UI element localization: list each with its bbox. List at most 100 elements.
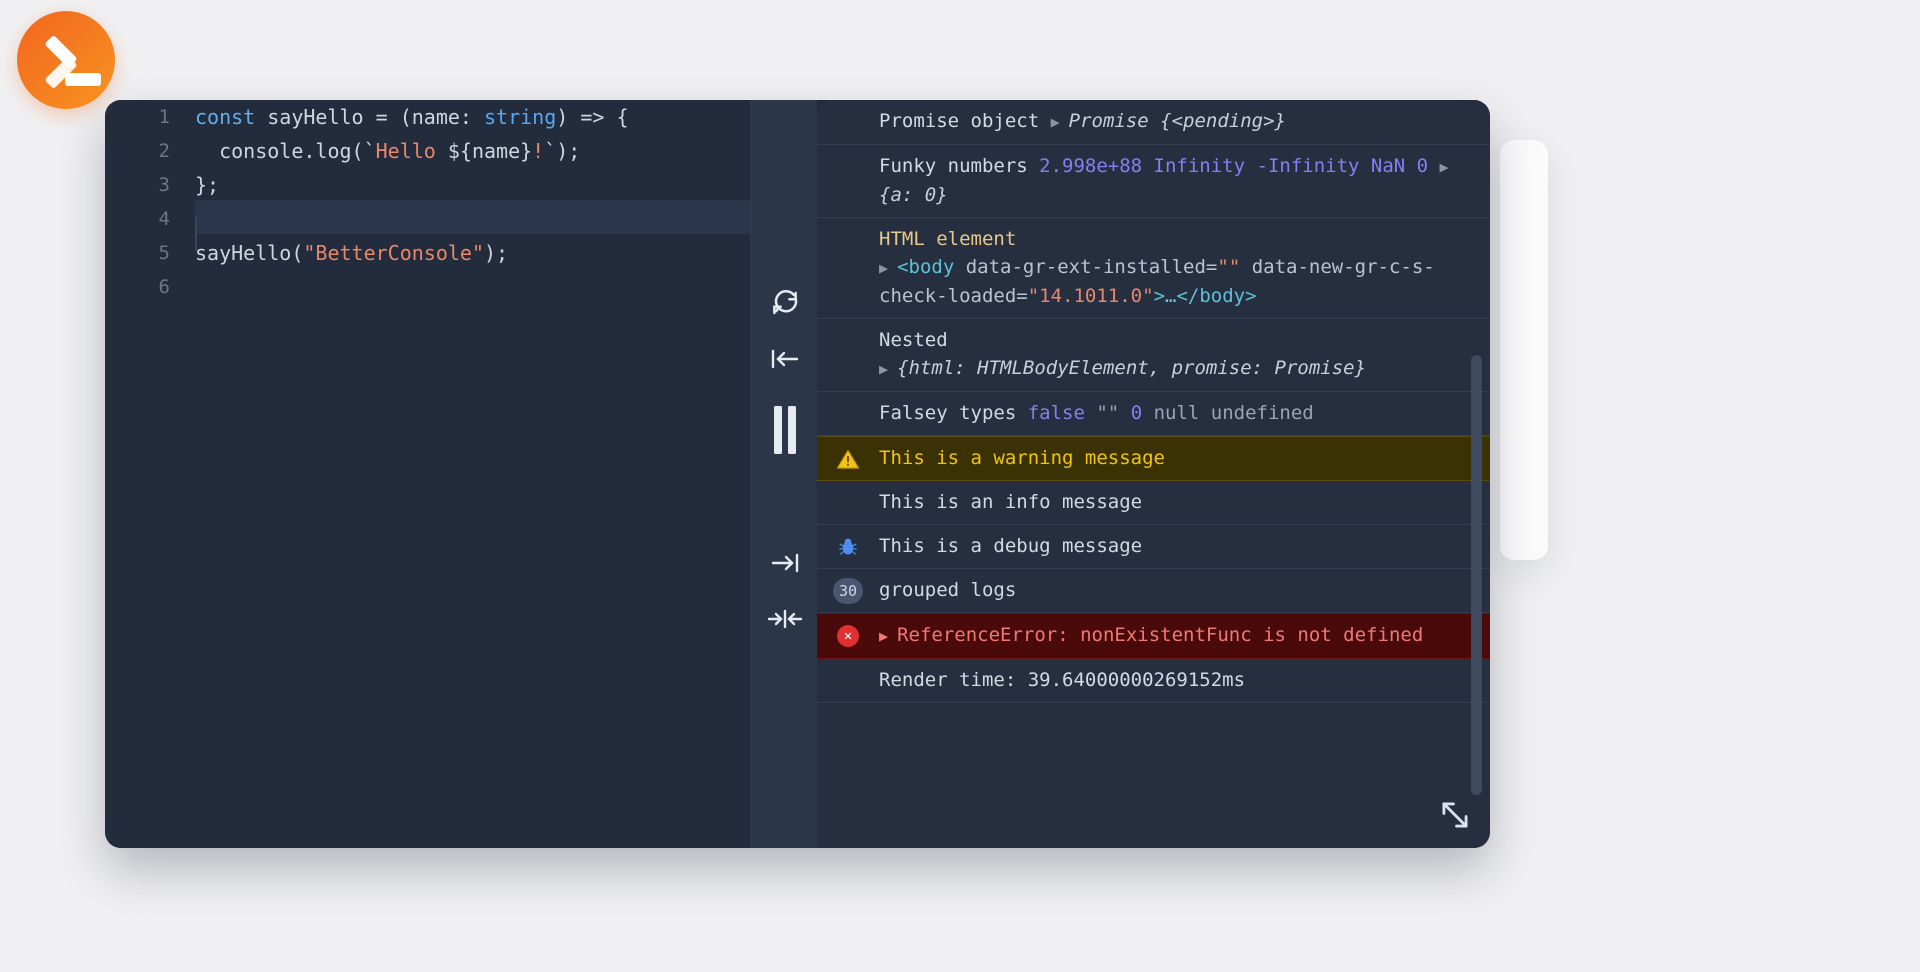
html-attr-name: data-gr-ext-installed= [954, 256, 1217, 278]
code-token: ${name} [448, 139, 532, 163]
console-row-value: Promise {<pending>} [1069, 110, 1286, 132]
falsey-value: undefined [1211, 402, 1314, 424]
code-token: Hello [376, 139, 448, 163]
app-logo [17, 11, 115, 109]
collapse-left-icon [769, 344, 801, 374]
center-align-button[interactable] [759, 591, 811, 647]
console-row-falsey-types[interactable]: Falsey types false "" 0 null undefined [817, 392, 1490, 436]
expand-arrow-icon: ▶ [1440, 158, 1449, 176]
code-token: const [195, 105, 255, 129]
console-rows: Promise object ▶ Promise {<pending>}Funk… [817, 100, 1490, 703]
code-token: ! [532, 139, 544, 163]
expand-arrow-icon: ▶ [879, 259, 897, 277]
refresh-button[interactable] [759, 275, 811, 331]
console-row-promise[interactable]: Promise object ▶ Promise {<pending>} [817, 100, 1490, 145]
pause-icon [771, 404, 799, 456]
pause-button[interactable] [759, 387, 811, 473]
console-row-nested[interactable]: Nested ▶ {html: HTMLBodyElement, promise… [817, 319, 1490, 392]
center-align-icon [767, 604, 803, 634]
line-number: 4 [105, 208, 190, 230]
code-token: ); [484, 241, 508, 265]
console-row-grouped[interactable]: 30 grouped logs [817, 569, 1490, 613]
resize-handle[interactable] [1436, 796, 1476, 836]
console-row-label: HTML element [879, 228, 1016, 250]
line-number: 2 [105, 140, 190, 162]
console-row-render-time[interactable]: Render time: 39.64000000269152ms [817, 659, 1490, 703]
logo-underscore [65, 73, 101, 86]
line-number: 5 [105, 242, 190, 264]
console-row-label: Promise object [879, 110, 1051, 132]
console-row-text: This is a warning message [879, 447, 1165, 469]
refresh-icon [770, 288, 800, 318]
bug-icon [833, 534, 863, 560]
code-token: sayHello( [195, 241, 303, 265]
expand-arrow-icon: ▶ [1051, 113, 1069, 131]
better-console-window: 1const sayHello = (name: string) => {2 c… [105, 100, 1490, 848]
console-row-label: Falsey types [879, 402, 1028, 424]
code-token: "BetterConsole" [303, 241, 484, 265]
group-count-value: 30 [833, 578, 863, 604]
code-line-row: 1const sayHello = (name: string) => { [105, 100, 750, 134]
code-token: }; [195, 173, 219, 197]
console-scrollbar-thumb[interactable] [1471, 355, 1482, 795]
expand-arrow-icon: ▶ [879, 360, 897, 378]
code-line-row: 6 [105, 270, 750, 304]
console-object-preview: {a: 0} [879, 184, 948, 206]
console-row-text: This is a debug message [879, 535, 1142, 557]
console-value-part: NaN [1371, 155, 1417, 177]
indent-guide [195, 217, 197, 251]
falsey-value: null [1154, 402, 1211, 424]
code-line-row: 3}; [105, 168, 750, 202]
code-line-text: const sayHello = (name: string) => { [190, 105, 750, 129]
code-line-row: 5sayHello("BetterConsole"); [105, 236, 750, 270]
expand-right-icon [769, 548, 801, 578]
background-card [1500, 140, 1548, 560]
code-token: ) => { [556, 105, 628, 129]
group-count-badge: 30 [833, 578, 863, 604]
code-token: string [484, 105, 556, 129]
falsey-value: 0 [1131, 402, 1154, 424]
console-value-part: 0 [1417, 155, 1440, 177]
falsey-value: false [1028, 402, 1097, 424]
code-line-text: }; [190, 173, 750, 197]
code-token: `); [544, 139, 580, 163]
error-dot: ✕ [837, 625, 859, 647]
html-attr-value: "" [1217, 256, 1240, 278]
falsey-value: "" [1096, 402, 1130, 424]
console-row-label: Nested [879, 329, 948, 351]
html-close-tag: >…</body> [1154, 285, 1257, 307]
console-row-text: Render time: 39.64000000269152ms [879, 669, 1245, 691]
console-row-warning[interactable]: This is a warning message [817, 436, 1490, 481]
code-line-text: console.log(`Hello ${name}!`); [190, 139, 750, 163]
console-row-value: {html: HTMLBodyElement, promise: Promise… [897, 357, 1366, 379]
console-row-debug[interactable]: This is a debug message [817, 525, 1490, 569]
html-open-tag: <body [897, 256, 954, 278]
console-output-panel[interactable]: Promise object ▶ Promise {<pending>}Funk… [817, 100, 1490, 848]
console-value-part: Infinity [1154, 155, 1257, 177]
code-line-row: 2 console.log(`Hello ${name}!`); [105, 134, 750, 168]
console-row-text: This is an info message [879, 491, 1142, 513]
console-row-label: Funky numbers [879, 155, 1039, 177]
side-toolstrip [752, 100, 817, 848]
console-row-funky-numbers[interactable]: Funky numbers 2.998e+88 Infinity -Infini… [817, 145, 1490, 218]
html-attr-value: "14.1011.0" [1028, 285, 1154, 307]
code-token: console.log(` [195, 139, 376, 163]
code-editor[interactable]: 1const sayHello = (name: string) => {2 c… [105, 100, 750, 848]
code-line-text: sayHello("BetterConsole"); [190, 241, 750, 265]
warning-triangle-icon [833, 446, 863, 472]
screen: 1const sayHello = (name: string) => {2 c… [0, 0, 1920, 972]
console-row-info[interactable]: This is an info message [817, 481, 1490, 525]
console-row-error[interactable]: ✕▶ ReferenceError: nonExistentFunc is no… [817, 613, 1490, 659]
error-circle-icon: ✕ [833, 623, 863, 649]
code-token: sayHello = (name: [255, 105, 484, 129]
console-row-text: grouped logs [879, 579, 1016, 601]
console-row-html-element[interactable]: HTML element ▶ <body data-gr-ext-install… [817, 218, 1490, 319]
line-number: 6 [105, 276, 190, 298]
expand-right-button[interactable] [759, 535, 811, 591]
line-number: 1 [105, 106, 190, 128]
selection-highlight [195, 200, 750, 234]
collapse-left-button[interactable] [759, 331, 811, 387]
line-number: 3 [105, 174, 190, 196]
expand-arrow-icon: ▶ [879, 627, 897, 645]
console-value-part: -Infinity [1257, 155, 1371, 177]
